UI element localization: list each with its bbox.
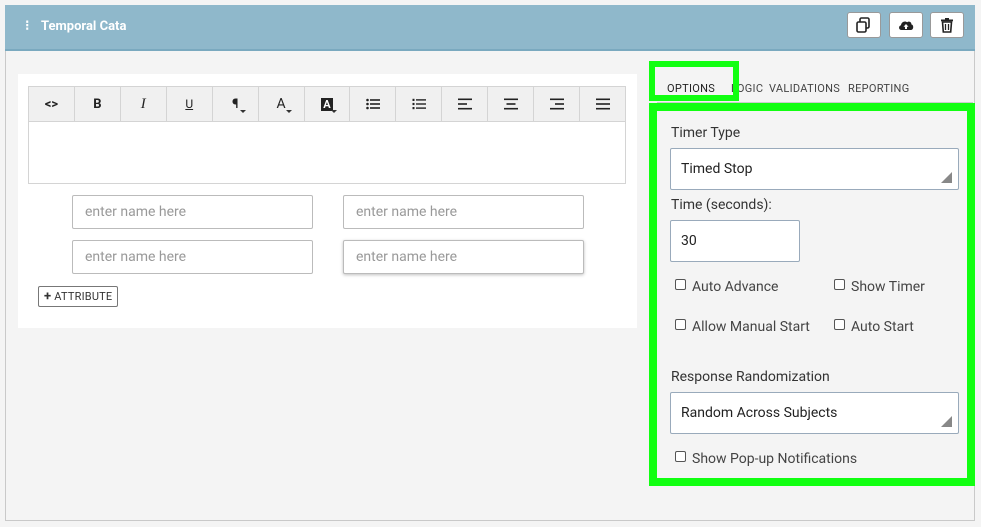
settings-tabs: OPTIONS LOGIC VALIDATIONS REPORTING (657, 70, 973, 103)
chevron-down-icon (239, 110, 246, 113)
chevron-down-icon (331, 110, 338, 113)
card-title: Temporal Cata (41, 19, 127, 34)
trash-icon (941, 18, 953, 33)
align-justify-icon (595, 98, 610, 110)
auto-start-checkbox[interactable] (834, 319, 845, 330)
add-attribute-button[interactable]: + ATTRIBUTE (38, 286, 119, 307)
upload-button[interactable] (889, 12, 923, 38)
paragraph-icon: ¶ (231, 96, 239, 112)
resize-handle-icon (941, 172, 952, 183)
align-center-icon (503, 98, 518, 110)
drag-handle-icon[interactable]: ⁝ (25, 18, 29, 34)
show-popup-notifications-option[interactable]: Show Pop-up Notifications (675, 449, 857, 469)
show-timer-option[interactable]: Show Timer (834, 277, 925, 297)
copy-icon (856, 17, 870, 33)
bold-icon: B (93, 96, 102, 112)
bullet-list-button[interactable] (350, 87, 397, 121)
rich-text-editor-area[interactable] (28, 122, 626, 184)
paragraph-button[interactable]: ¶ (213, 87, 259, 121)
delete-button[interactable] (930, 12, 964, 38)
auto-advance-option[interactable]: Auto Advance (675, 277, 778, 297)
code-view-button[interactable]: <> (29, 87, 75, 121)
auto-advance-label: Auto Advance (692, 279, 779, 295)
attribute-name-input-2[interactable] (343, 195, 584, 229)
resize-handle-icon (941, 416, 952, 427)
align-center-button[interactable] (488, 87, 535, 121)
chevron-down-icon (285, 110, 292, 113)
background-color-button[interactable]: A (305, 87, 351, 121)
code-view-icon: <> (44, 96, 59, 112)
show-timer-label: Show Timer (851, 279, 925, 295)
bullet-list-icon (366, 98, 380, 110)
copy-button[interactable] (847, 12, 881, 38)
timer-type-select[interactable]: Timed Stop (670, 148, 959, 190)
time-seconds-label: Time (seconds): (671, 197, 772, 213)
align-left-icon (457, 98, 472, 110)
attribute-name-input-4[interactable] (343, 240, 584, 274)
allow-manual-start-option[interactable]: Allow Manual Start (671, 317, 811, 337)
show-popup-notifications-label: Show Pop-up Notifications (692, 451, 858, 467)
show-timer-checkbox[interactable] (834, 279, 845, 290)
timer-type-label: Timer Type (671, 125, 741, 141)
bold-button[interactable]: B (75, 87, 121, 121)
auto-start-option[interactable]: Auto Start (834, 317, 914, 337)
timer-type-value: Timed Stop (681, 161, 753, 177)
editor-panel: <> B I U ¶ A A + ATTRIBUTE (18, 74, 637, 328)
tab-logic[interactable]: LOGIC (731, 82, 763, 95)
cloud-upload-icon (899, 21, 914, 30)
numbered-list-icon (412, 98, 426, 110)
underline-icon: U (185, 97, 194, 111)
numbered-list-button[interactable] (396, 87, 443, 121)
font-color-icon: A (276, 96, 286, 112)
rich-text-toolbar: <> B I U ¶ A A (28, 86, 626, 122)
font-color-button[interactable]: A (259, 87, 305, 121)
allow-manual-start-label: Allow Manual Start (692, 319, 810, 335)
time-seconds-input[interactable]: 30 (670, 220, 800, 262)
response-randomization-label: Response Randomization (671, 369, 830, 385)
background-color-icon: A (321, 97, 333, 111)
attribute-name-input-3[interactable] (72, 240, 313, 274)
attribute-name-input-1[interactable] (72, 195, 313, 229)
auto-advance-checkbox[interactable] (675, 279, 686, 290)
align-left-button[interactable] (442, 87, 489, 121)
plus-icon: + (44, 289, 52, 304)
response-randomization-value: Random Across Subjects (681, 405, 838, 421)
italic-button[interactable]: I (121, 87, 167, 121)
add-attribute-label: ATTRIBUTE (54, 290, 113, 303)
italic-icon: I (140, 95, 146, 112)
underline-button[interactable]: U (167, 87, 213, 121)
response-randomization-select[interactable]: Random Across Subjects (670, 392, 959, 434)
align-justify-button[interactable] (580, 87, 625, 121)
tab-reporting[interactable]: REPORTING (848, 82, 909, 95)
card-header: ⁝ Temporal Cata (5, 5, 975, 51)
show-popup-notifications-checkbox[interactable] (675, 451, 686, 462)
tab-validations[interactable]: VALIDATIONS (769, 82, 840, 95)
align-right-button[interactable] (534, 87, 581, 121)
auto-start-label: Auto Start (851, 319, 914, 335)
align-right-icon (549, 98, 564, 110)
time-seconds-value: 30 (681, 233, 697, 249)
tab-options[interactable]: OPTIONS (667, 82, 716, 101)
allow-manual-start-checkbox[interactable] (675, 319, 686, 330)
